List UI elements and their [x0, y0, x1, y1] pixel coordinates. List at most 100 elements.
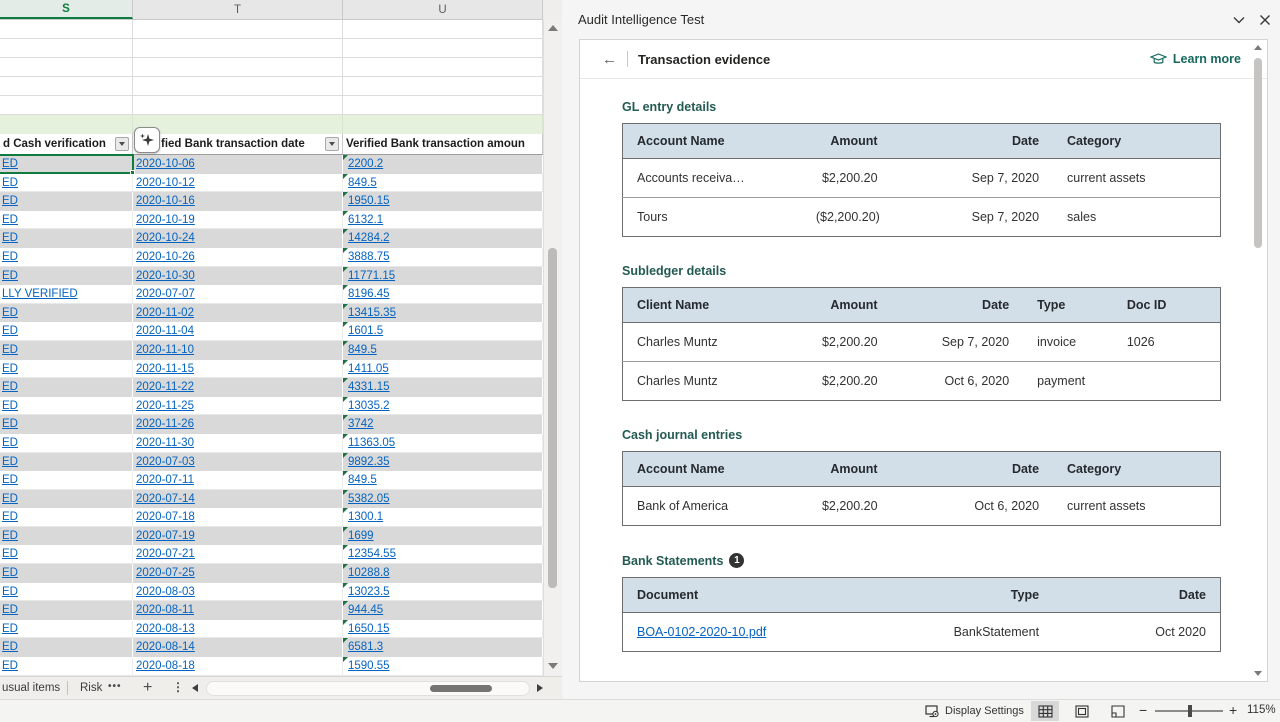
- header-cell-cash-verification[interactable]: d Cash verification: [0, 134, 133, 154]
- sheet-cell[interactable]: 1590.55: [343, 657, 543, 676]
- sheet-cell[interactable]: [343, 77, 543, 96]
- sheet-cell[interactable]: 1411.05: [343, 360, 543, 379]
- sheet-cell[interactable]: 11363.05: [343, 434, 543, 453]
- sheet-cell[interactable]: 6132.1: [343, 211, 543, 230]
- sheet-cell[interactable]: 2020-08-13: [133, 620, 343, 639]
- chevron-down-icon[interactable]: [1232, 13, 1246, 27]
- sheet-cell[interactable]: 2020-10-19: [133, 211, 343, 230]
- sheet-cell[interactable]: LLY VERIFIED: [0, 285, 133, 304]
- sheet-cell[interactable]: ED: [0, 304, 133, 323]
- sheet-cell[interactable]: ED: [0, 527, 133, 546]
- sheet-cell[interactable]: ED: [0, 453, 133, 472]
- sheet-cell[interactable]: 849.5: [343, 471, 543, 490]
- sheet-cell[interactable]: ED: [0, 341, 133, 360]
- sheet-cell[interactable]: 11771.15: [343, 267, 543, 286]
- sheet-cell[interactable]: ED: [0, 490, 133, 509]
- column-header-s[interactable]: S: [0, 0, 133, 19]
- sheet-cell[interactable]: ED: [0, 211, 133, 230]
- sheet-cell[interactable]: 1650.15: [343, 620, 543, 639]
- sheet-cell[interactable]: 3888.75: [343, 248, 543, 267]
- zoom-in-icon[interactable]: +: [1229, 702, 1237, 718]
- sheet-cell[interactable]: ED: [0, 248, 133, 267]
- page-layout-view-button[interactable]: [1068, 701, 1096, 721]
- sheet-cell[interactable]: 944.45: [343, 601, 543, 620]
- sheet-cell[interactable]: ED: [0, 434, 133, 453]
- sheet-cell[interactable]: 2020-11-04: [133, 322, 343, 341]
- sheet-cell[interactable]: ED: [0, 229, 133, 248]
- vertical-scroll-thumb[interactable]: [548, 248, 557, 588]
- pane-scroll-thumb[interactable]: [1254, 58, 1262, 248]
- sheet-cell[interactable]: 2020-11-25: [133, 397, 343, 416]
- sheet-cell[interactable]: 2020-10-30: [133, 267, 343, 286]
- sheet-cell[interactable]: 2020-08-14: [133, 638, 343, 657]
- page-break-view-button[interactable]: [1104, 701, 1132, 721]
- sheet-cell[interactable]: 3742: [343, 415, 543, 434]
- sheet-cell[interactable]: 2020-07-11: [133, 471, 343, 490]
- sheet-cell[interactable]: 2020-11-30: [133, 434, 343, 453]
- sheet-cell[interactable]: [343, 39, 543, 58]
- sheet-cell[interactable]: [343, 96, 543, 115]
- scroll-up-icon[interactable]: [1254, 45, 1262, 50]
- sheet-cell[interactable]: 10288.8: [343, 564, 543, 583]
- sheet-cell[interactable]: ED: [0, 155, 133, 174]
- sheet-cell[interactable]: [133, 20, 343, 39]
- scroll-down-icon[interactable]: [1254, 671, 1262, 676]
- sheet-tab-risk[interactable]: Risk: [80, 677, 102, 699]
- sheet-cell[interactable]: ED: [0, 192, 133, 211]
- display-settings-button[interactable]: Display Settings: [925, 700, 1024, 722]
- sheet-cell[interactable]: 2020-08-11: [133, 601, 343, 620]
- sheet-cell[interactable]: [133, 96, 343, 115]
- horizontal-scrollbar[interactable]: [206, 681, 530, 696]
- scroll-down-icon[interactable]: [548, 663, 558, 669]
- sheet-cell[interactable]: [343, 20, 543, 39]
- sheet-cell[interactable]: 2020-11-02: [133, 304, 343, 323]
- zoom-slider-thumb[interactable]: [1188, 705, 1192, 717]
- header-cell-bank-date[interactable]: fied Bank transaction date: [133, 134, 343, 154]
- sheet-cell[interactable]: 2020-10-06: [133, 155, 343, 174]
- sheet-cell[interactable]: [343, 115, 543, 134]
- scroll-left-icon[interactable]: [192, 684, 198, 692]
- sheet-cell[interactable]: ED: [0, 415, 133, 434]
- filter-dropdown-icon[interactable]: [325, 137, 339, 151]
- vertical-scrollbar[interactable]: [543, 20, 562, 676]
- sheet-cell[interactable]: ED: [0, 267, 133, 286]
- sheet-cell[interactable]: 2200.2: [343, 155, 543, 174]
- sheet-cell[interactable]: ED: [0, 601, 133, 620]
- back-arrow-icon[interactable]: ←: [602, 51, 617, 68]
- sheet-cell[interactable]: 13415.35: [343, 304, 543, 323]
- sheet-cell[interactable]: [133, 58, 343, 77]
- close-icon[interactable]: [1258, 13, 1272, 27]
- scroll-up-icon[interactable]: [548, 25, 558, 31]
- sheet-cell[interactable]: 2020-10-12: [133, 174, 343, 193]
- sheet-cell[interactable]: 13035.2: [343, 397, 543, 416]
- sheet-cell[interactable]: 8196.45: [343, 285, 543, 304]
- sheet-cell[interactable]: 2020-07-03: [133, 453, 343, 472]
- zoom-out-icon[interactable]: −: [1139, 702, 1147, 718]
- sheet-cell[interactable]: 2020-07-19: [133, 527, 343, 546]
- sheet-cell[interactable]: 2020-10-24: [133, 229, 343, 248]
- sheet-cell[interactable]: [343, 58, 543, 77]
- sheet-cell[interactable]: 12354.55: [343, 545, 543, 564]
- sheet-tab-unusual-items[interactable]: usual items: [2, 677, 60, 699]
- sheet-cell[interactable]: 1699: [343, 527, 543, 546]
- tab-options-icon[interactable]: •••: [108, 677, 122, 699]
- sheet-cell[interactable]: 2020-11-15: [133, 360, 343, 379]
- sheet-cell[interactable]: 849.5: [343, 174, 543, 193]
- sheet-cell[interactable]: 9892.35: [343, 453, 543, 472]
- sheet-cell[interactable]: ED: [0, 508, 133, 527]
- add-sheet-icon[interactable]: +: [143, 677, 152, 699]
- learn-more-link[interactable]: Learn more: [1150, 52, 1241, 66]
- horizontal-scroll-thumb[interactable]: [430, 685, 492, 692]
- sheet-cell[interactable]: ED: [0, 322, 133, 341]
- sheet-cell[interactable]: [133, 39, 343, 58]
- sheet-cell[interactable]: 4331.15: [343, 378, 543, 397]
- sheet-cell[interactable]: 13023.5: [343, 583, 543, 602]
- sheet-cell[interactable]: 2020-11-22: [133, 378, 343, 397]
- sheet-cell[interactable]: [0, 58, 133, 77]
- sheet-cell[interactable]: 2020-07-21: [133, 545, 343, 564]
- sheet-cell[interactable]: 2020-08-03: [133, 583, 343, 602]
- sheet-cell[interactable]: 849.5: [343, 341, 543, 360]
- sheet-cell[interactable]: 2020-07-14: [133, 490, 343, 509]
- document-link[interactable]: BOA-0102-2020-10.pdf: [637, 625, 766, 639]
- column-header-t[interactable]: T: [133, 0, 343, 19]
